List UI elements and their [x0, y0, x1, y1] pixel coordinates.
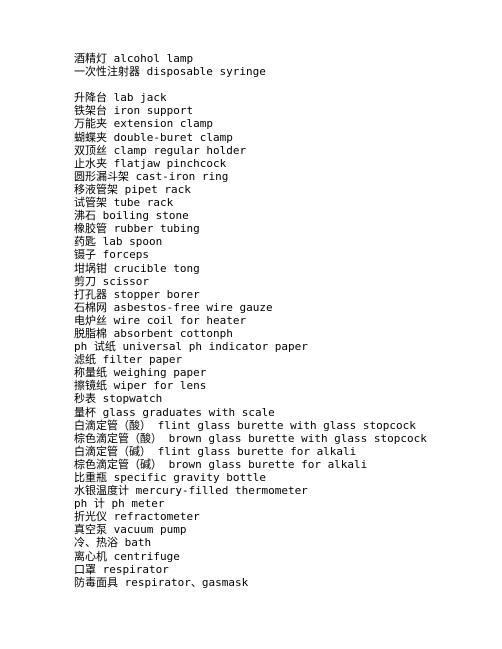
glossary-line: 药匙 lab spoon	[74, 235, 163, 249]
glossary-line: 白滴定管（酸） flint glass burette with glass s…	[74, 418, 416, 432]
glossary-line: 升降台 lab jack	[74, 91, 167, 105]
glossary-line: 口罩 respirator	[74, 562, 169, 576]
glossary-line: 万能夹 extension clamp	[74, 117, 213, 131]
glossary-line: 棕色滴定管（酸） brown glass burette with glass …	[74, 431, 427, 445]
glossary-line: 冷、热浴 bath	[74, 536, 152, 550]
glossary-line: 沸石 boiling stone	[74, 209, 189, 223]
glossary-line: 铁架台 iron support	[74, 104, 194, 118]
glossary-line: 双顶丝 clamp regular holder	[74, 143, 247, 157]
glossary-line: 剪刀 scissor	[74, 274, 149, 288]
glossary-line: 石棉网 asbestos-free wire gauze	[74, 300, 273, 314]
glossary-line: 滤纸 filter paper	[74, 353, 183, 367]
glossary-line: 坩埚钳 crucible tong	[74, 261, 200, 275]
glossary-line: 一次性注射器 disposable syringe	[74, 65, 266, 79]
glossary-line: 打孔器 stopper borer	[74, 287, 200, 301]
glossary-line: 水银温度计 mercury-filled thermometer	[74, 484, 308, 498]
glossary-line: 防毒面具 respirator、gasmask	[74, 575, 249, 589]
glossary-line: 脱脂棉 absorbent cottonph	[74, 326, 233, 340]
glossary-blank-line	[74, 78, 494, 91]
glossary-line: 棕色滴定管（碱） brown glass burette for alkali	[74, 457, 368, 471]
glossary-line: 止水夹 flatjaw pinchcock	[74, 156, 227, 170]
glossary-line: 白滴定管（碱） flint glass burette for alkali	[74, 444, 357, 458]
glossary-line: 秒表 stopwatch	[74, 392, 163, 406]
glossary-line: 酒精灯 alcohol lamp	[74, 52, 194, 65]
glossary-line: 量杯 glass graduates with scale	[74, 405, 275, 419]
glossary-text-block: 酒精灯 alcohol lamp 一次性注射器 disposable syring…	[74, 52, 494, 589]
glossary-line: 圆形漏斗架 cast-iron ring	[74, 169, 229, 183]
glossary-line: 擦镜纸 wiper for lens	[74, 379, 207, 393]
glossary-line: 试管架 tube rack	[74, 196, 174, 210]
glossary-line: 电炉丝 wire coil for heater	[74, 313, 247, 327]
document-page: 酒精灯 alcohol lamp 一次性注射器 disposable syring…	[0, 0, 502, 649]
glossary-line: 移液管架 pipet rack	[74, 182, 191, 196]
glossary-line: 称量纸 weighing paper	[74, 366, 207, 380]
glossary-line: 真空泵 vacuum pump	[74, 523, 187, 537]
glossary-line: ph 试纸 universal ph indicator paper	[74, 340, 308, 354]
glossary-line: 镊子 forceps	[74, 248, 149, 262]
glossary-line: ph 计 ph meter	[74, 497, 165, 511]
glossary-line: 折光仪 refractometer	[74, 510, 200, 524]
glossary-line: 橡胶管 rubber tubing	[74, 222, 200, 236]
glossary-line: 离心机 centrifuge	[74, 549, 180, 563]
glossary-line: 比重瓶 specific gravity bottle	[74, 471, 266, 484]
glossary-line: 蝴蝶夹 double-buret clamp	[74, 130, 233, 144]
